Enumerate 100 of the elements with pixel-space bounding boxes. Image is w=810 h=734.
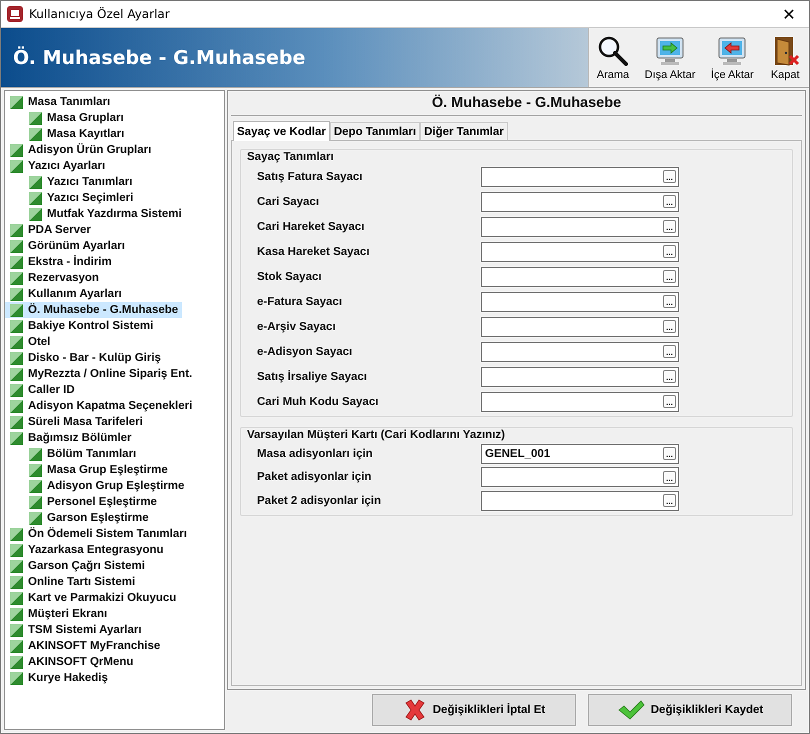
field-label: e-Fatura Sayacı <box>257 296 344 308</box>
tree-item[interactable]: Adisyon Grup Eşleştirme <box>5 478 188 494</box>
monitor-arrow-icon <box>716 34 748 66</box>
close-button[interactable]: ✕ <box>769 1 809 27</box>
tab[interactable]: Diğer Tanımlar <box>420 122 508 140</box>
input-field[interactable]: ... <box>481 467 679 488</box>
tree-item[interactable]: Rezervasyon <box>5 270 103 286</box>
tree-item[interactable]: Adisyon Ürün Grupları <box>5 142 156 158</box>
tree-item[interactable]: Garson Eşleştirme <box>5 510 153 526</box>
toolbar-button[interactable]: Arama <box>594 32 632 82</box>
tree-item[interactable]: Bakiye Kontrol Sistemi <box>5 318 158 334</box>
tree-item[interactable]: Caller ID <box>5 382 79 398</box>
tree-item[interactable]: Garson Çağrı Sistemi <box>5 558 149 574</box>
tree-item[interactable]: Yazarkasa Entegrasyonu <box>5 542 168 558</box>
triangle-icon <box>9 606 24 622</box>
browse-button[interactable]: ... <box>663 470 676 484</box>
browse-button[interactable]: ... <box>663 245 676 258</box>
save-button[interactable]: Değişiklikleri Kaydet <box>588 694 792 726</box>
cancel-button[interactable]: Değişiklikleri İptal Et <box>372 694 576 726</box>
browse-button[interactable]: ... <box>663 270 676 283</box>
tab[interactable]: Depo Tanımları <box>330 122 420 140</box>
field-label: Paket 2 adisyonlar için <box>257 494 382 507</box>
input-field[interactable]: ... <box>481 342 679 362</box>
input-field[interactable]: ... <box>481 292 679 312</box>
tree-item[interactable]: Müşteri Ekranı <box>5 606 112 622</box>
check-icon <box>616 699 645 721</box>
triangle-icon <box>28 110 43 126</box>
tree-item[interactable]: PDA Server <box>5 222 95 238</box>
input-field[interactable]: ... <box>481 242 679 262</box>
tree-item[interactable]: AKINSOFT MyFranchise <box>5 638 164 654</box>
triangle-icon <box>28 478 43 494</box>
input-field[interactable]: ... <box>481 216 679 236</box>
tree-item[interactable]: Masa Grup Eşleştirme <box>5 462 172 478</box>
close-icon <box>402 699 427 721</box>
toolbar-button[interactable]: Kapat <box>766 32 804 82</box>
tree-item[interactable]: Mutfak Yazdırma Sistemi <box>5 206 186 222</box>
triangle-icon <box>28 126 43 142</box>
app-icon <box>7 6 23 22</box>
triangle-icon <box>9 430 24 446</box>
tree-item[interactable]: Görünüm Ayarları <box>5 238 129 254</box>
tree-item[interactable]: Ön Ödemeli Sistem Tanımları <box>5 526 191 542</box>
tree-item[interactable]: Personel Eşleştirme <box>5 494 161 510</box>
browse-button[interactable]: ... <box>663 370 676 383</box>
input-field[interactable]: ... <box>481 366 679 386</box>
tab[interactable]: Sayaç ve Kodlar <box>233 121 330 141</box>
tree-item[interactable]: Yazıcı Seçimleri <box>5 190 138 206</box>
header-title: Ö. Muhasebe - G.Muhasebe <box>1 28 588 87</box>
tree-item[interactable]: AKINSOFT QrMenu <box>5 654 138 670</box>
browse-button[interactable]: ... <box>663 295 676 308</box>
input-field[interactable]: ... <box>481 266 679 286</box>
input-field[interactable]: GENEL_001 ... <box>481 444 679 464</box>
triangle-icon <box>9 334 24 350</box>
input-field[interactable]: ... <box>481 192 679 212</box>
tree-item[interactable]: Online Tartı Sistemi <box>5 574 140 590</box>
field-label: Cari Muh Kodu Sayacı <box>257 396 380 408</box>
tree-item[interactable]: Masa Kayıtları <box>5 126 128 142</box>
input-field[interactable]: ... <box>481 166 679 186</box>
triangle-icon <box>9 622 24 638</box>
toolbar-button[interactable]: Dışa Aktar <box>642 32 698 82</box>
tree-item[interactable]: Kullanım Ayarları <box>5 286 126 302</box>
triangle-icon <box>9 158 24 174</box>
tree-item[interactable]: Süreli Masa Tarifeleri <box>5 414 147 430</box>
tree-item[interactable]: TSM Sistemi Ayarları <box>5 622 146 638</box>
tree-item[interactable]: Masa Grupları <box>5 110 128 126</box>
tree-item[interactable]: Ö. Muhasebe - G.Muhasebe <box>5 302 182 318</box>
input-field[interactable]: ... <box>481 392 679 412</box>
tree-item[interactable]: Bağımsız Bölümler <box>5 430 136 446</box>
tree-item[interactable]: Bölüm Tanımları <box>5 446 140 462</box>
browse-button[interactable]: ... <box>663 220 676 233</box>
tree-item[interactable]: Otel <box>5 334 54 350</box>
browse-button[interactable]: ... <box>663 447 676 460</box>
tree-item[interactable]: Disko - Bar - Kulüp Giriş <box>5 350 165 366</box>
browse-button[interactable]: ... <box>663 320 676 333</box>
tree-item[interactable]: Kurye Hakediş <box>5 670 112 686</box>
triangle-icon <box>9 366 24 382</box>
field-label: Cari Hareket Sayacı <box>257 220 366 232</box>
browse-button[interactable]: ... <box>663 345 676 358</box>
triangle-icon <box>28 462 43 478</box>
tree-item[interactable]: Ekstra - İndirim <box>5 254 116 270</box>
triangle-icon <box>28 446 43 462</box>
monitor-arrow-icon <box>654 34 686 66</box>
tree-item[interactable]: MyRezzta / Online Sipariş Ent. <box>5 366 196 382</box>
tree-item[interactable]: Yazıcı Ayarları <box>5 158 110 174</box>
input-field[interactable]: ... <box>481 316 679 336</box>
browse-button[interactable]: ... <box>663 395 676 408</box>
tree-item[interactable]: Masa Tanımları <box>5 94 114 110</box>
field-label: Kasa Hareket Sayacı <box>257 246 371 258</box>
tree-item[interactable]: Adisyon Kapatma Seçenekleri <box>5 398 196 414</box>
tree-item[interactable]: Kart ve Parmakizi Okuyucu <box>5 590 180 606</box>
group-title: Sayaç Tanımları <box>246 150 335 163</box>
browse-button[interactable]: ... <box>663 195 676 208</box>
triangle-icon <box>9 590 24 606</box>
tree-item[interactable]: Yazıcı Tanımları <box>5 174 136 190</box>
browse-button[interactable]: ... <box>663 494 676 508</box>
panel-title: Ö. Muhasebe - G.Muhasebe <box>231 91 802 116</box>
browse-button[interactable]: ... <box>663 170 676 183</box>
toolbar-button[interactable]: İçe Aktar <box>708 32 757 82</box>
field-label: Cari Sayacı <box>257 196 320 208</box>
input-field[interactable]: ... <box>481 490 679 511</box>
triangle-icon <box>9 222 24 238</box>
